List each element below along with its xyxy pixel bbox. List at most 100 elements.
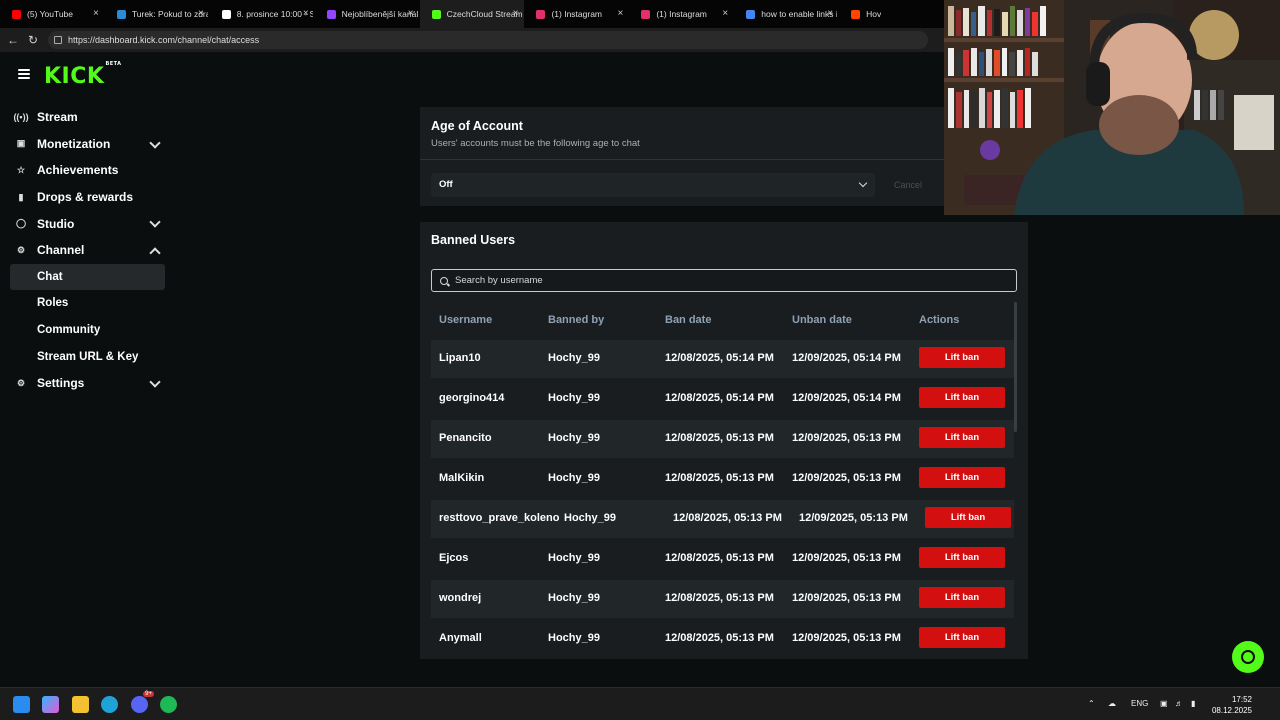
- lift-ban-button[interactable]: Lift ban: [919, 347, 1005, 368]
- channel-icon: ⚙: [16, 244, 26, 255]
- studio-icon: ◯: [15, 218, 27, 229]
- sidebar: ((•)) Stream ▣ Monetization ☆ Achievemen…: [0, 104, 175, 397]
- battery-icon[interactable]: ▮: [1191, 699, 1195, 708]
- column-header-unban-date[interactable]: Unban date: [792, 314, 852, 326]
- browser-tab[interactable]: Hov: [839, 0, 944, 28]
- back-arrow-icon[interactable]: ←: [6, 33, 20, 47]
- cell-banned-by: Hochy_99: [548, 552, 600, 564]
- clock-date: 08.12.2025: [1211, 706, 1252, 715]
- site-info-icon[interactable]: [54, 36, 62, 44]
- windows-start-icon[interactable]: [13, 696, 30, 713]
- cell-username: Anymall: [439, 632, 482, 644]
- card-subtitle: Users' accounts must be the following ag…: [431, 138, 640, 149]
- drops-icon: ▮: [18, 191, 24, 202]
- sidebar-item-settings[interactable]: ⚙ Settings: [0, 370, 175, 397]
- support-chat-button[interactable]: [1232, 641, 1264, 673]
- close-tab-icon[interactable]: ×: [198, 8, 204, 19]
- spotify-icon[interactable]: [160, 696, 177, 713]
- column-header-username[interactable]: Username: [439, 314, 492, 326]
- tab-favicon-icon: [12, 9, 21, 19]
- tab-favicon-icon: [431, 9, 441, 19]
- cell-username: Lipan10: [439, 352, 481, 364]
- cell-ban-date: 12/08/2025, 05:13 PM: [665, 632, 774, 644]
- close-tab-icon[interactable]: ×: [93, 8, 99, 19]
- close-tab-icon[interactable]: ×: [827, 8, 833, 19]
- close-tab-icon[interactable]: ×: [618, 8, 624, 19]
- divider: [420, 159, 944, 160]
- cell-username: MalKikin: [439, 472, 485, 484]
- cell-ban-date: 12/08/2025, 05:13 PM: [665, 592, 774, 604]
- copilot-icon[interactable]: [42, 696, 59, 713]
- lift-ban-button[interactable]: Lift ban: [925, 507, 1011, 528]
- close-tab-icon[interactable]: ×: [303, 8, 309, 19]
- file-explorer-icon[interactable]: [72, 696, 89, 713]
- table-scrollbar[interactable]: [1014, 302, 1017, 432]
- cloud-icon[interactable]: ☁: [1108, 699, 1116, 708]
- column-header-banned-by[interactable]: Banned by: [548, 314, 604, 326]
- cell-unban-date: 12/09/2025, 05:13 PM: [792, 632, 901, 644]
- cell-username: Penancito: [439, 432, 492, 444]
- volume-icon[interactable]: ♬: [1175, 699, 1183, 708]
- tab-favicon-icon: [851, 9, 861, 19]
- sidebar-item-channel[interactable]: ⚙ Channel: [0, 237, 175, 264]
- search-input[interactable]: Search by username: [431, 269, 1017, 292]
- tab-title: 8. prosince 10:00 - St: [236, 9, 313, 19]
- tab-title: (1) Instagram: [551, 9, 602, 19]
- tab-title: Turek: Pokud to zdra: [131, 9, 208, 19]
- cell-unban-date: 12/09/2025, 05:13 PM: [799, 512, 908, 524]
- column-header-ban-date[interactable]: Ban date: [665, 314, 711, 326]
- lift-ban-button[interactable]: Lift ban: [919, 427, 1005, 448]
- sidebar-subitem-chat[interactable]: Chat: [10, 263, 165, 291]
- chevron-up-icon[interactable]: ⌃: [1088, 699, 1095, 708]
- sidebar-subitem-stream-url-key[interactable]: Stream URL & Key: [10, 343, 165, 370]
- sidebar-item-monetization[interactable]: ▣ Monetization: [0, 131, 175, 158]
- sidebar-item-label: Monetization: [37, 136, 111, 151]
- network-icon[interactable]: ▣: [1160, 699, 1168, 708]
- cancel-button[interactable]: Cancel: [894, 173, 922, 197]
- webcam-overlay: [944, 0, 1280, 215]
- browser-tab[interactable]: (1) Instagram ×: [629, 0, 734, 28]
- lift-ban-button[interactable]: Lift ban: [919, 467, 1005, 488]
- cell-unban-date: 12/09/2025, 05:13 PM: [792, 552, 901, 564]
- cell-ban-date: 12/08/2025, 05:14 PM: [665, 352, 774, 364]
- cell-unban-date: 12/09/2025, 05:13 PM: [792, 432, 901, 444]
- edge-browser-icon[interactable]: [101, 696, 118, 713]
- sidebar-item-label: Channel: [37, 243, 85, 258]
- lift-ban-button[interactable]: Lift ban: [919, 547, 1005, 568]
- browser-tab[interactable]: Nejoblíbenější kanály ×: [315, 0, 420, 28]
- browser-tab[interactable]: CzechCloud Stream - ×: [419, 0, 525, 28]
- cell-username: georgino414: [439, 392, 505, 404]
- reload-icon[interactable]: ↻: [26, 33, 40, 47]
- sidebar-subitem-label: Chat: [37, 270, 63, 283]
- browser-tab[interactable]: (5) YouTube ×: [0, 0, 105, 28]
- sidebar-subitem-roles[interactable]: Roles: [10, 290, 165, 317]
- browser-tab[interactable]: (1) Instagram ×: [524, 0, 629, 28]
- lift-ban-button[interactable]: Lift ban: [919, 387, 1005, 408]
- url-field[interactable]: https://dashboard.kick.com/channel/chat/…: [48, 31, 928, 49]
- table-row: georgino414 Hochy_99 12/08/2025, 05:14 PM 1…: [431, 380, 1014, 418]
- menu-icon[interactable]: [18, 69, 30, 79]
- close-tab-icon[interactable]: ×: [513, 8, 519, 19]
- select-value: Off: [439, 179, 453, 190]
- sidebar-subitem-community[interactable]: Community: [10, 317, 165, 344]
- close-tab-icon[interactable]: ×: [408, 8, 414, 19]
- lift-ban-button[interactable]: Lift ban: [919, 587, 1005, 608]
- system-clock[interactable]: 17:52 08.12.2025: [1212, 694, 1252, 716]
- kick-logo[interactable]: KICKBETA: [44, 61, 122, 89]
- browser-tab[interactable]: Turek: Pokud to zdra ×: [105, 0, 210, 28]
- browser-tab[interactable]: how to enable links i ×: [734, 0, 839, 28]
- language-indicator[interactable]: ENG: [1131, 699, 1148, 708]
- sidebar-item-studio[interactable]: ◯ Studio: [0, 210, 175, 237]
- lift-ban-button[interactable]: Lift ban: [919, 627, 1005, 648]
- headset-icon: [1241, 650, 1255, 664]
- sidebar-item-stream[interactable]: ((•)) Stream: [0, 104, 175, 131]
- clock-time: 17:52: [1231, 695, 1252, 704]
- browser-tab[interactable]: 8. prosince 10:00 - St ×: [210, 0, 315, 28]
- close-tab-icon[interactable]: ×: [722, 8, 728, 19]
- account-age-select[interactable]: Off: [431, 173, 875, 197]
- chevron-down-icon: [149, 376, 161, 388]
- sidebar-item-achievements[interactable]: ☆ Achievements: [0, 157, 175, 184]
- sidebar-item-drops[interactable]: ▮ Drops & rewards: [0, 184, 175, 211]
- cell-banned-by: Hochy_99: [548, 592, 600, 604]
- discord-icon[interactable]: 9+: [131, 691, 154, 713]
